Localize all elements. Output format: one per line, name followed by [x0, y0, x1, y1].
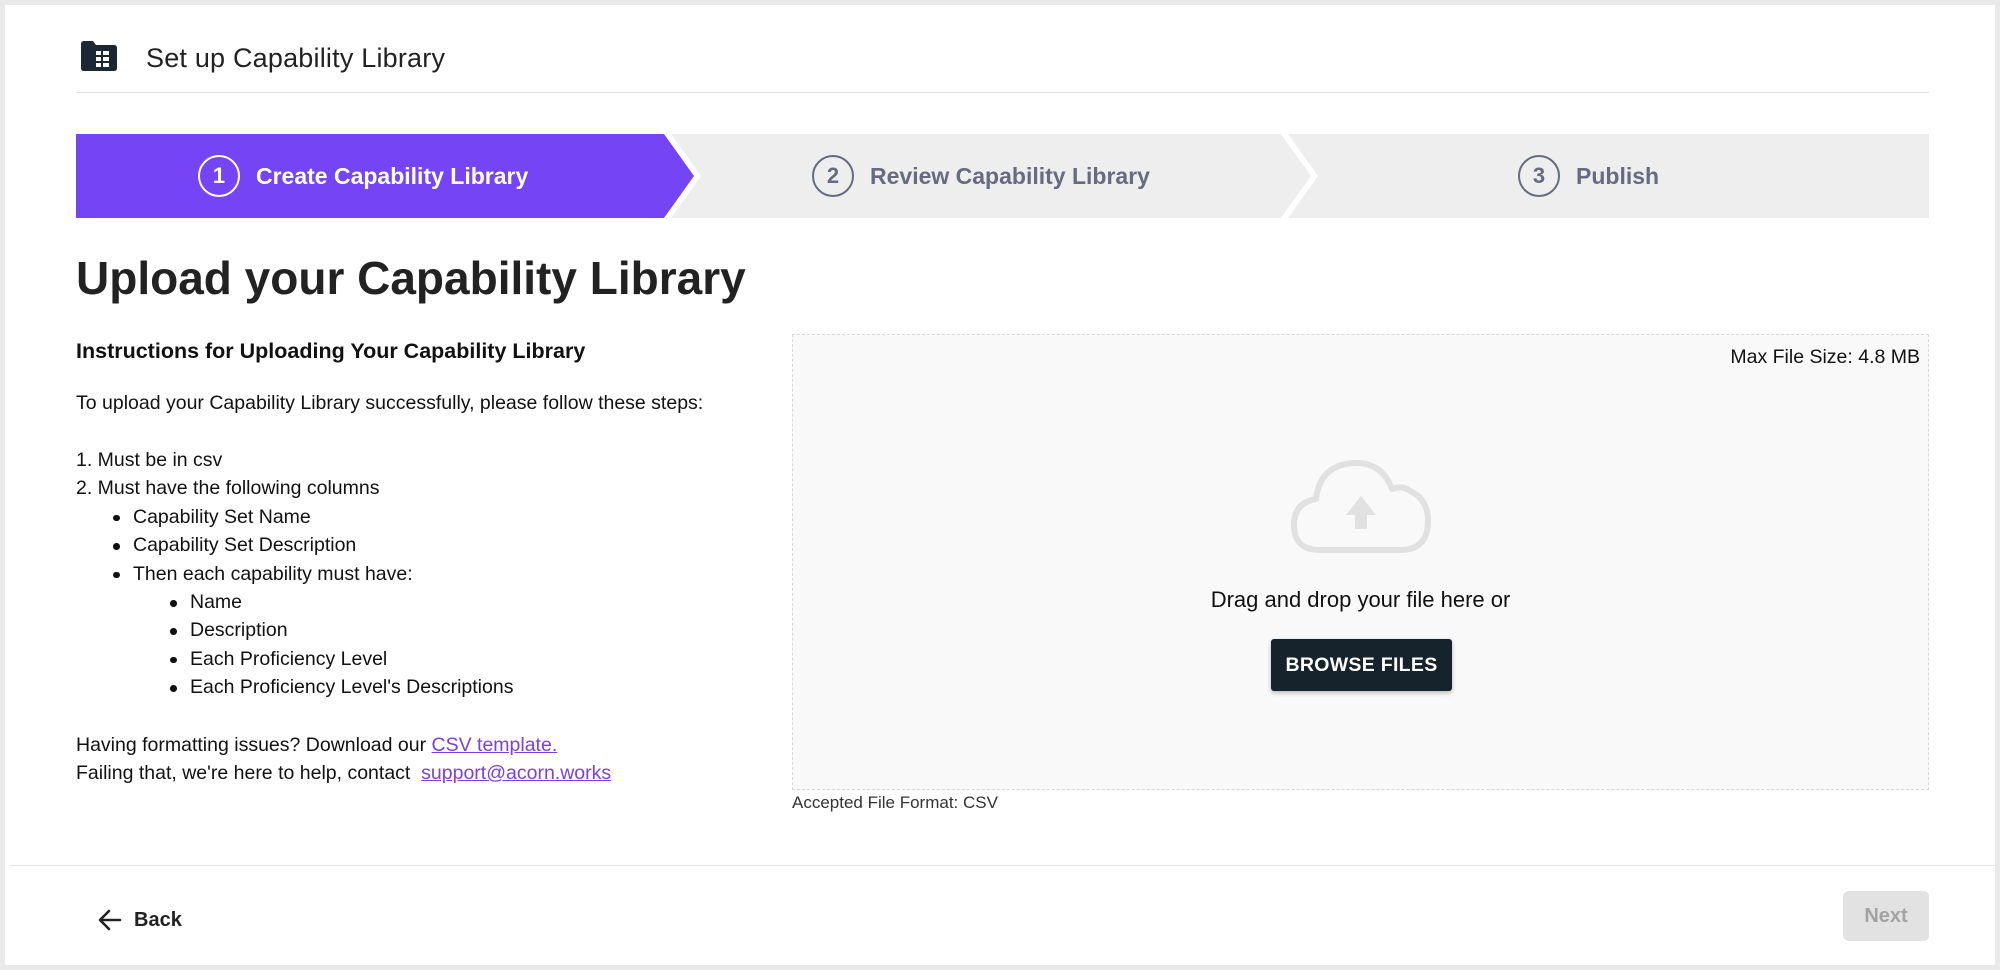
- template-prefix: Having formatting issues? Download our: [76, 733, 432, 756]
- step-review[interactable]: 2 Review Capability Library: [812, 134, 1150, 218]
- footer-bar: Back Next: [10, 865, 2000, 970]
- page-header: Set up Capability Library: [76, 29, 1929, 93]
- list-item: Name: [76, 588, 756, 616]
- step-label: Create Capability Library: [256, 162, 529, 189]
- requirements-list: 1. Must be in csv 2. Must have the follo…: [76, 446, 756, 702]
- file-dropzone[interactable]: Max File Size: 4.8 MB Drag and drop your…: [792, 334, 1929, 790]
- page-title: Set up Capability Library: [146, 43, 446, 73]
- back-label: Back: [134, 908, 182, 931]
- dropzone-prompt: Drag and drop your file here or: [1210, 587, 1511, 612]
- list-item: Capability Set Description: [76, 531, 756, 559]
- template-line: Having formatting issues? Download our C…: [76, 731, 756, 759]
- requirement-csv: 1. Must be in csv: [76, 449, 223, 471]
- stepper: 1 Create Capability Library 2 Review Cap…: [76, 134, 1929, 218]
- setup-card: Set up Capability Library 1 Create Capab…: [5, 5, 2000, 965]
- arrow-left-icon: [98, 909, 122, 931]
- list-item: Capability Set Name: [76, 503, 756, 531]
- contact-prefix: Failing that, we're here to help, contac…: [76, 762, 416, 785]
- step-number: 2: [812, 155, 854, 197]
- list-item: Then each capability must have:: [76, 560, 756, 588]
- step-create[interactable]: 1 Create Capability Library: [198, 134, 528, 218]
- requirement-columns: 2. Must have the following columns: [76, 477, 380, 500]
- support-email-link[interactable]: support@acorn.works: [421, 762, 611, 784]
- help-text: Having formatting issues? Download our C…: [76, 731, 756, 788]
- step-label: Publish: [1576, 162, 1660, 189]
- step-label: Review Capability Library: [870, 162, 1150, 189]
- browse-files-button[interactable]: BROWSE FILES: [1271, 639, 1452, 691]
- contact-line: Failing that, we're here to help, contac…: [76, 759, 756, 787]
- list-item: Each Proficiency Level's Descriptions: [76, 673, 756, 701]
- list-item: Each Proficiency Level: [76, 645, 756, 673]
- max-file-size: Max File Size: 4.8 MB: [1730, 346, 1920, 368]
- next-button[interactable]: Next: [1843, 891, 1929, 941]
- instructions-title: Instructions for Uploading Your Capabili…: [76, 339, 586, 363]
- accepted-format: Accepted File Format: CSV: [792, 793, 998, 812]
- back-button[interactable]: Back: [98, 902, 182, 938]
- folder-table-icon: [81, 41, 117, 71]
- instructions-intro: To upload your Capability Library succes…: [76, 392, 704, 414]
- cloud-upload-icon: [1291, 459, 1431, 553]
- list-item: Description: [76, 616, 756, 644]
- step-publish[interactable]: 3 Publish: [1518, 134, 1659, 218]
- step-number: 3: [1518, 155, 1560, 197]
- instructions: Instructions for Uploading Your Capabili…: [76, 335, 756, 787]
- step-number: 1: [198, 155, 240, 197]
- main-heading: Upload your Capability Library: [76, 252, 746, 304]
- csv-template-link[interactable]: CSV template.: [432, 734, 558, 756]
